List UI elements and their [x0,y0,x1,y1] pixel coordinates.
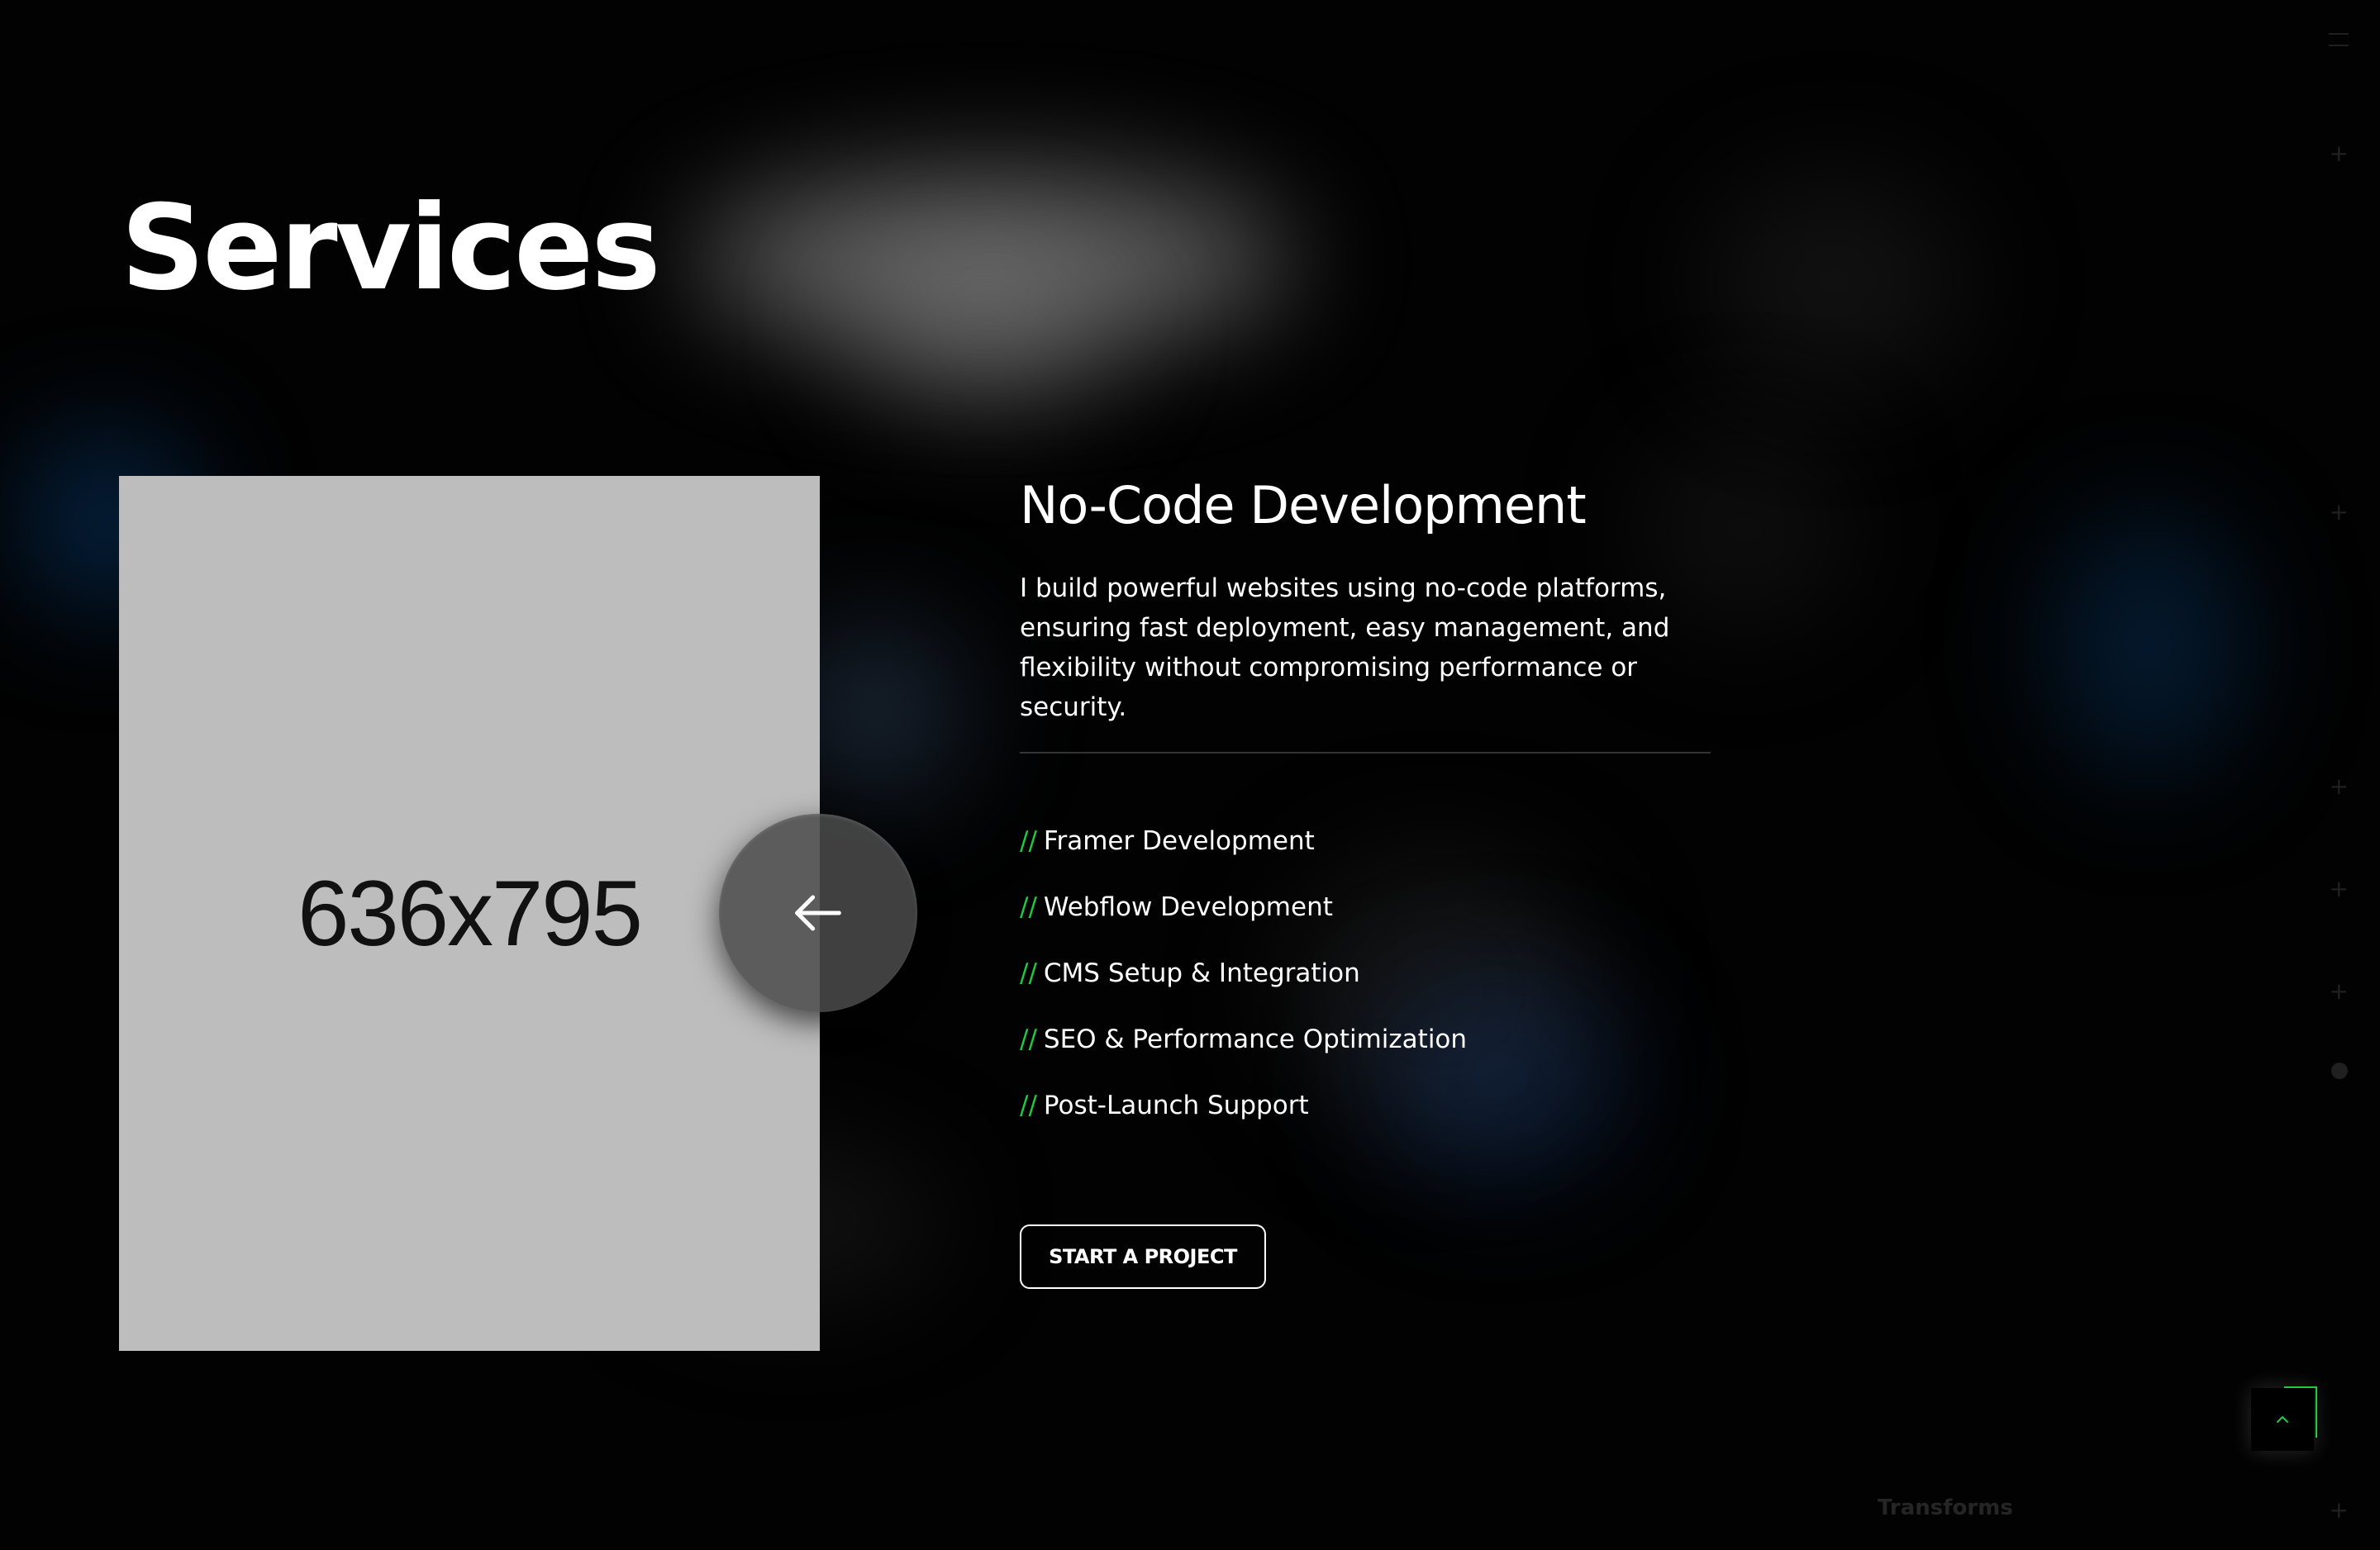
service-image-placeholder: 636x795 [119,476,820,1351]
feature-item: //Webflow Development [1020,889,1467,955]
background-panel-label: Transforms [1878,1495,2013,1520]
carousel-prev-button[interactable] [719,814,917,1012]
scroll-to-top-button[interactable] [2251,1388,2314,1451]
blurred-highlight [851,248,1116,405]
section-divider [1020,752,1711,754]
services-page: + + + + + Transforms + Services 636x795 … [0,0,2380,1550]
menu-icon[interactable] [2329,33,2349,46]
arrow-left-icon [795,895,841,931]
feature-item: //CMS Setup & Integration [1020,955,1467,1021]
blurred-highlight [2049,512,2248,777]
plus-icon[interactable]: + [2330,980,2349,1003]
start-project-button[interactable]: START A PROJECT [1020,1224,1266,1289]
plus-icon[interactable]: + [2330,775,2349,798]
feature-prefix: // [1020,958,1037,988]
feature-label: Post-Launch Support [1043,1091,1309,1120]
feature-list: //Framer Development //Webflow Developme… [1020,823,1467,1153]
image-size-label: 636x795 [298,862,643,965]
feature-item: //Post-Launch Support [1020,1087,1467,1153]
plus-icon[interactable]: + [2330,501,2349,524]
plus-icon[interactable]: + [2330,1499,2349,1522]
blurred-highlight [690,174,1293,347]
service-description: I build powerful websites using no-code … [1020,573,1670,722]
feature-prefix: // [1020,1091,1037,1120]
feature-label: Framer Development [1043,826,1315,856]
plus-icon[interactable]: + [2330,877,2349,901]
feature-label: SEO & Performance Optimization [1043,1025,1468,1054]
feature-prefix: // [1020,892,1037,922]
feature-item: //SEO & Performance Optimization [1020,1021,1467,1087]
service-title: No-Code Development [1020,475,1587,535]
blurred-highlight [1702,174,1967,388]
feature-label: Webflow Development [1043,892,1333,922]
plus-icon[interactable]: + [2330,142,2349,165]
feature-prefix: // [1020,826,1037,856]
feature-prefix: // [1020,1025,1037,1054]
feature-item: //Framer Development [1020,823,1467,889]
chevron-up-icon [2277,1416,2288,1423]
circle-icon[interactable] [2331,1063,2348,1079]
feature-label: CMS Setup & Integration [1043,958,1360,988]
section-title: Services [121,180,661,316]
